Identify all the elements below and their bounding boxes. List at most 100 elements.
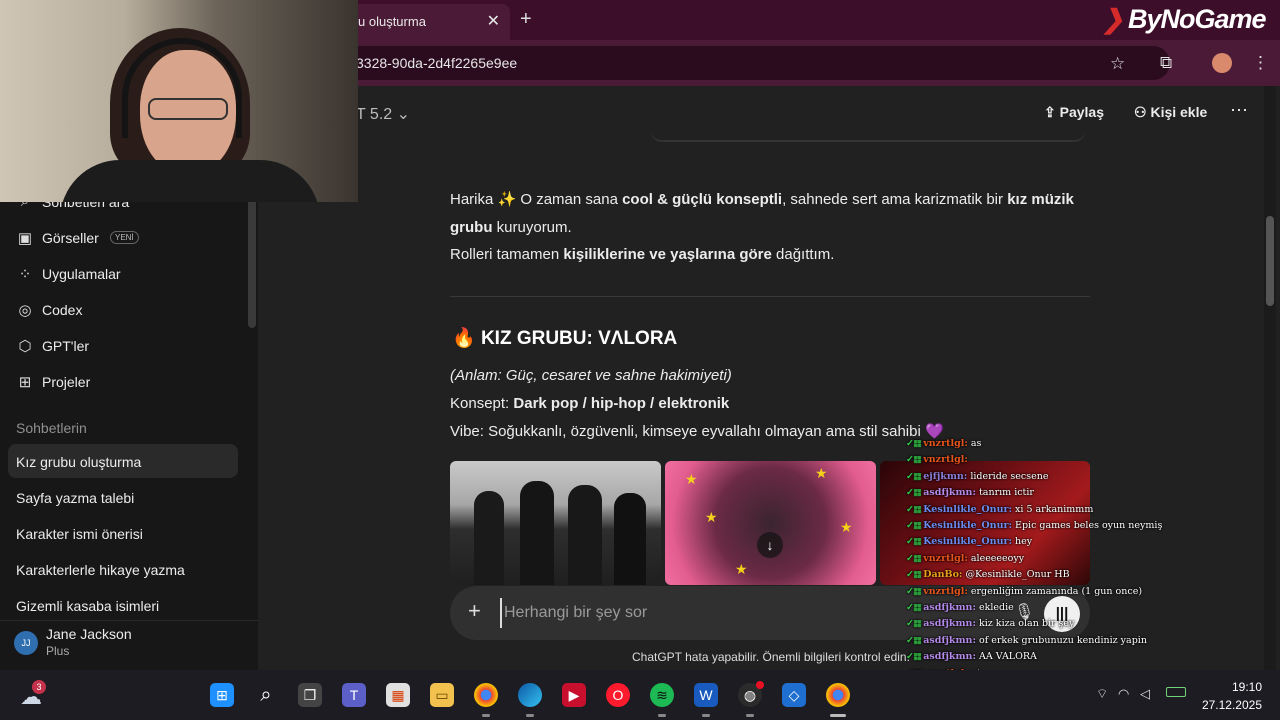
star-icon: ★	[705, 509, 718, 525]
figure-shape	[474, 491, 504, 585]
chat-text: ergenliğim zamanında (1 gun once)	[967, 585, 1143, 597]
battery-icon[interactable]	[1166, 687, 1186, 697]
bookmark-star-icon[interactable]: ☆	[1110, 54, 1125, 74]
share-button[interactable]: ⇪ Paylaş	[1044, 104, 1104, 121]
chat-username: asdfjkmn:	[923, 602, 976, 613]
chat-badge-icon: ✓▦	[906, 438, 924, 449]
running-indicator	[830, 714, 846, 717]
codex-icon: ◎	[18, 302, 32, 319]
chat-badge-icon: ✓▦	[906, 552, 924, 564]
sidebar-item-codex[interactable]: ◎ Codex	[8, 294, 238, 326]
sidebar-item-projects[interactable]: ⊞ Projeler	[8, 366, 238, 398]
chat-badge-icon: ✓▦	[906, 585, 924, 597]
main-scrollbar[interactable]	[1266, 216, 1274, 306]
teams-icon[interactable]: T	[342, 683, 366, 707]
network-icon[interactable]: ⌔	[1096, 686, 1108, 702]
more-options-button[interactable]: ⋯	[1230, 100, 1248, 121]
chat-badge-icon: ✓▦	[906, 503, 924, 515]
share-icon: ⇪	[1044, 104, 1060, 120]
chat-username: ejfjkmn:	[923, 470, 968, 482]
media-player-icon[interactable]: ▶	[562, 683, 586, 707]
chat-username: asdfjkmn:	[923, 651, 976, 663]
disclaimer: ChatGPT hata yapabilir. Önemli bilgileri…	[632, 650, 910, 664]
chat-item[interactable]: Karakter ismi önerisi	[8, 516, 238, 550]
chat-text: AA VALORA	[975, 651, 1037, 663]
star-icon: ★	[685, 471, 698, 487]
chat-item[interactable]: Sayfa yazma talebi	[8, 480, 238, 514]
figure-shape	[614, 493, 646, 585]
download-icon[interactable]: ↓	[757, 532, 783, 558]
new-tab-button[interactable]: +	[520, 8, 532, 31]
stream-chat-message: ✓▦ Kesinlikle_Onur: hey	[906, 536, 1206, 552]
running-indicator	[526, 714, 534, 717]
running-indicator	[482, 714, 490, 717]
stream-chat-message: ✓▦ vnzrtlgl:	[906, 454, 1206, 470]
chat-item[interactable]: Kız grubu oluşturma	[8, 444, 238, 478]
new-badge: YENİ	[110, 231, 139, 244]
chat-username: vnzrtlgl:	[923, 454, 968, 466]
word-icon[interactable]: W	[694, 683, 718, 707]
chat-badge-icon: ✓▦	[906, 454, 924, 466]
volume-icon[interactable]: ◁	[1140, 686, 1150, 702]
image-icon: ▣	[17, 230, 33, 247]
clock-time[interactable]: 19:10	[1200, 680, 1262, 694]
tab-close-icon[interactable]: ✕	[487, 11, 500, 31]
browser-menu-icon[interactable]: ⋮	[1252, 53, 1269, 73]
app-icon[interactable]: ◇	[782, 683, 806, 707]
search-icon[interactable]: ⌕	[254, 683, 278, 707]
add-person-button[interactable]: ⚇ Kişi ekle	[1134, 104, 1207, 121]
group-image[interactable]	[450, 461, 661, 585]
user-name: Jane Jackson	[46, 626, 132, 642]
stream-chat-message: ✓▦ DanBo: @Kesinlikle_Onur HB	[906, 569, 1206, 585]
browser-tab[interactable]: u oluşturma ✕	[340, 4, 510, 40]
group-heading: 🔥 KIZ GRUBU: VΛLORA	[452, 328, 678, 349]
tab-title: u oluşturma	[358, 14, 426, 29]
star-icon: ★	[840, 519, 853, 535]
message-paragraph: Harika ✨ O zaman sana cool & güçlü konse…	[450, 191, 1074, 236]
task-view-icon[interactable]: ❐	[298, 683, 322, 707]
sidebar-item-apps[interactable]: ⁘ Uygulamalar	[8, 258, 238, 290]
message-paragraph: Rolleri tamamen kişiliklerine ve yaşları…	[450, 246, 835, 263]
address-bar[interactable]: 3328-90da-2d4f2265e9ee	[340, 46, 1170, 80]
profile-avatar-icon[interactable]	[1212, 53, 1232, 73]
opera-icon[interactable]: O	[606, 683, 630, 707]
fire-icon: 🔥	[452, 328, 476, 349]
chat-username: asdfjkmn:	[923, 634, 976, 646]
user-profile[interactable]: JJ Jane Jackson Plus	[0, 620, 258, 670]
wifi-icon[interactable]: ◠	[1118, 686, 1129, 702]
clock-date[interactable]: 27.12.2025	[1190, 698, 1262, 712]
sidebar-item-gpts[interactable]: ⬡ GPT'ler	[8, 330, 238, 362]
model-selector[interactable]: T 5.2 ⌄	[356, 104, 410, 124]
prompt-input[interactable]	[500, 598, 900, 628]
stream-chat-message: ✓▦ Kesinlikle_Onur: Epic games beles oyu…	[906, 520, 1206, 536]
stream-chat-message: ✓▦ vnzrtlgl: ergenliğim zamanında (1 gun…	[906, 586, 1206, 602]
spotify-icon[interactable]: ≋	[650, 683, 674, 707]
chat-username: vnzrtlgl:	[923, 585, 968, 597]
add-attachment-icon[interactable]: +	[468, 598, 481, 624]
chrome-icon[interactable]	[474, 683, 498, 707]
chat-username: asdfjkmn:	[923, 618, 976, 630]
extensions-icon[interactable]: ⧉	[1160, 53, 1172, 73]
figure-shape	[568, 485, 602, 585]
running-indicator	[702, 714, 710, 717]
chat-badge-icon: ✓▦	[906, 634, 924, 646]
chat-text: xi 5 arkanimmm	[1012, 503, 1094, 515]
chrome-profile-icon[interactable]	[826, 683, 850, 707]
edge-icon[interactable]	[518, 683, 542, 707]
group-image[interactable]: ★ ★ ★ ★ ★	[665, 461, 876, 585]
chat-text: Epic games beles oyun neymiş	[1012, 520, 1163, 531]
chat-text: of erkek grubunuzu kendiniz yapin	[975, 634, 1147, 646]
sidebar-item-images[interactable]: ▣ Görseller YENİ	[8, 222, 238, 254]
bynogame-logo: ❯ ByNoGame	[1102, 4, 1267, 34]
windows-start-icon[interactable]: ⊞	[210, 683, 234, 707]
store-icon[interactable]: ▦	[386, 683, 410, 707]
chat-item[interactable]: Gizemli kasaba isimleri	[8, 588, 238, 618]
stream-chat-message: ✓▦ vnzrtlgl: aleeeeeoyy	[906, 553, 1206, 569]
chat-text: as	[967, 438, 982, 449]
stream-chat-message: ✓▦ asdfjkmn: tanrım ictir	[906, 487, 1206, 503]
taskbar	[0, 670, 1280, 720]
chat-item[interactable]: Karakterlerle hikaye yazma	[8, 552, 238, 586]
file-explorer-icon[interactable]: ▭	[430, 683, 454, 707]
chat-badge-icon: ✓▦	[906, 569, 924, 581]
chat-username: asdfjkmn:	[923, 487, 976, 499]
